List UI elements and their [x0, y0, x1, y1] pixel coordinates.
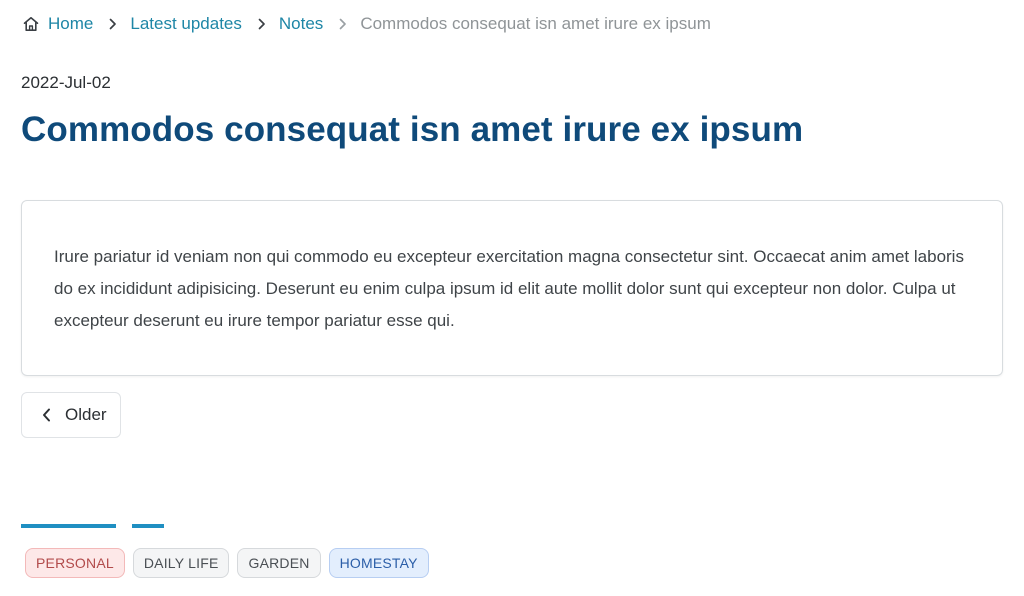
- tag-garden[interactable]: GARDEN: [237, 548, 321, 578]
- tag-personal[interactable]: PERSONAL: [25, 548, 125, 578]
- chevron-right-icon: [107, 17, 119, 31]
- tag-daily-life[interactable]: DAILY LIFE: [132, 548, 230, 578]
- chevron-right-icon: [337, 17, 349, 31]
- breadcrumb-current-page: Commodos consequat isn amet irure ex ips…: [360, 14, 711, 33]
- breadcrumb-latest-updates-link[interactable]: Latest updates: [130, 14, 242, 34]
- breadcrumb: Home Latest updates Notes Commodos conse…: [21, 12, 711, 36]
- older-button-label: Older: [65, 405, 107, 424]
- post-date: 2022-Jul-02: [21, 73, 111, 92]
- post-body-card: Irure pariatur id veniam non qui commodo…: [21, 200, 1003, 376]
- accent-divider-short: [132, 524, 164, 528]
- home-icon[interactable]: [21, 15, 40, 34]
- tag-list: PERSONAL DAILY LIFE GARDEN HOMESTAY: [25, 548, 429, 578]
- tag-homestay[interactable]: HOMESTAY: [328, 548, 429, 578]
- chevron-left-icon: [40, 407, 52, 423]
- page-title: Commodos consequat isn amet irure ex ips…: [21, 110, 804, 149]
- breadcrumb-notes-link[interactable]: Notes: [279, 14, 323, 34]
- older-post-button[interactable]: Older: [21, 392, 121, 438]
- chevron-right-icon: [256, 17, 268, 31]
- accent-divider-long: [21, 524, 116, 528]
- breadcrumb-home-link[interactable]: Home: [48, 14, 93, 34]
- post-body-text: Irure pariatur id veniam non qui commodo…: [54, 247, 964, 330]
